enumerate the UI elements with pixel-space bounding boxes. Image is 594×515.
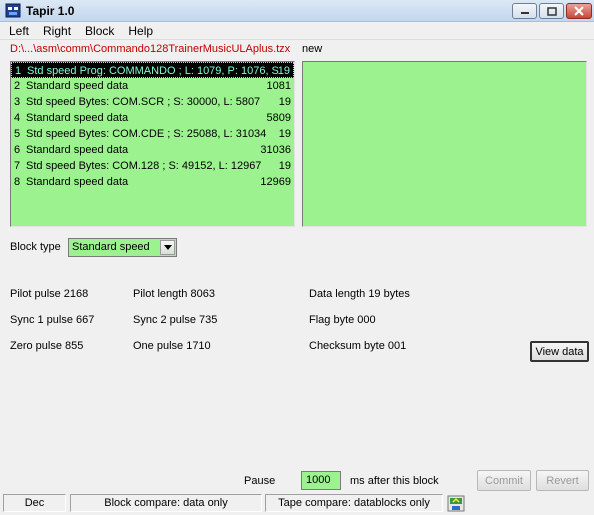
block-val: 31036	[260, 144, 291, 156]
menu-right[interactable]: Right	[36, 22, 78, 40]
minimize-icon	[520, 12, 529, 14]
menu-bar: Left Right Block Help	[0, 22, 594, 40]
block-type-value: Standard speed	[72, 241, 150, 253]
data-length: Data length 19 bytes	[309, 288, 410, 300]
flag-byte: Flag byte 000	[309, 314, 376, 326]
maximize-icon	[546, 6, 557, 16]
right-block-list[interactable]	[302, 61, 587, 227]
block-val: 5809	[266, 112, 291, 124]
view-data-button[interactable]: View data	[530, 341, 589, 362]
block-val: 19	[278, 128, 291, 140]
block-desc: Std speed Bytes: COM.SCR ; S: 30000, L: …	[26, 96, 261, 108]
block-desc: Std speed Bytes: COM.128 ; S: 49152, L: …	[26, 160, 262, 172]
checksum-byte: Checksum byte 001	[309, 340, 407, 352]
one-pulse: One pulse 1710	[133, 340, 211, 352]
block-desc: Standard speed data	[26, 176, 129, 188]
maximize-button[interactable]	[539, 3, 564, 19]
block-type-label: Block type	[10, 241, 61, 253]
block-row-2[interactable]: 2 Standard speed data 1081	[11, 78, 294, 94]
menu-block[interactable]: Block	[78, 22, 121, 40]
pause-input[interactable]: 1000	[301, 471, 341, 490]
block-val: 12969	[260, 176, 291, 188]
zero-pulse: Zero pulse 855	[10, 340, 84, 352]
status-block-compare[interactable]: Block compare: data only	[70, 494, 262, 512]
revert-button[interactable]: Revert	[536, 470, 589, 491]
close-button[interactable]	[566, 3, 592, 19]
block-num: 7	[14, 160, 21, 172]
block-row-1[interactable]: 1 Std speed Prog: COMMANDO ; L: 1079, P:…	[11, 62, 294, 78]
block-row-6[interactable]: 6 Standard speed data 31036	[11, 142, 294, 158]
left-block-list[interactable]: 1 Std speed Prog: COMMANDO ; L: 1079, P:…	[10, 61, 295, 227]
block-val: 19	[277, 65, 290, 77]
block-type-select[interactable]: Standard speed	[68, 238, 177, 257]
pilot-length: Pilot length 8063	[133, 288, 215, 300]
block-row-4[interactable]: 4 Standard speed data 5809	[11, 110, 294, 126]
title-bar: Tapir 1.0	[0, 0, 594, 22]
block-num: 3	[14, 96, 21, 108]
block-desc: Standard speed data	[26, 80, 129, 92]
save-tape-icon[interactable]	[447, 495, 465, 512]
block-num: 5	[14, 128, 21, 140]
right-file-label: new	[302, 43, 323, 55]
block-desc: Std speed Bytes: COM.CDE ; S: 25088, L: …	[26, 128, 267, 140]
left-file-path: D:\...\asm\comm\Commando128TrainerMusicU…	[10, 43, 291, 55]
minimize-button[interactable]	[512, 3, 537, 19]
tape-app-icon	[5, 3, 21, 18]
commit-button[interactable]: Commit	[477, 470, 531, 491]
block-row-7[interactable]: 7 Std speed Bytes: COM.128 ; S: 49152, L…	[11, 158, 294, 174]
window-title: Tapir 1.0	[26, 4, 75, 18]
block-row-3[interactable]: 3 Std speed Bytes: COM.SCR ; S: 30000, L…	[11, 94, 294, 110]
pause-suffix: ms after this block	[350, 475, 439, 487]
block-val: 1081	[266, 80, 291, 92]
dropdown-arrow-icon[interactable]	[160, 240, 175, 255]
block-num: 1	[15, 65, 22, 77]
block-row-8[interactable]: 8 Standard speed data 12969	[11, 174, 294, 190]
status-bar: Dec Block compare: data only Tape compar…	[0, 493, 594, 515]
block-desc: Standard speed data	[26, 112, 129, 124]
block-num: 4	[14, 112, 21, 124]
block-row-5[interactable]: 5 Std speed Bytes: COM.CDE ; S: 25088, L…	[11, 126, 294, 142]
block-val: 19	[278, 160, 291, 172]
sync1-pulse: Sync 1 pulse 667	[10, 314, 95, 326]
block-val: 19	[278, 96, 291, 108]
sync2-pulse: Sync 2 pulse 735	[133, 314, 218, 326]
status-number-mode[interactable]: Dec	[3, 494, 66, 512]
menu-help[interactable]: Help	[121, 22, 160, 40]
block-desc: Standard speed data	[26, 144, 129, 156]
block-num: 6	[14, 144, 21, 156]
chevron-down-icon	[163, 245, 172, 250]
pilot-pulse: Pilot pulse 2168	[10, 288, 89, 300]
menu-left[interactable]: Left	[0, 22, 36, 40]
status-tape-compare[interactable]: Tape compare: datablocks only	[265, 494, 443, 512]
block-desc: Std speed Prog: COMMANDO ; L: 1079, P: 1…	[27, 65, 279, 77]
block-num: 2	[14, 80, 21, 92]
close-icon	[574, 6, 584, 16]
block-num: 8	[14, 176, 21, 188]
pause-label: Pause	[244, 475, 276, 487]
